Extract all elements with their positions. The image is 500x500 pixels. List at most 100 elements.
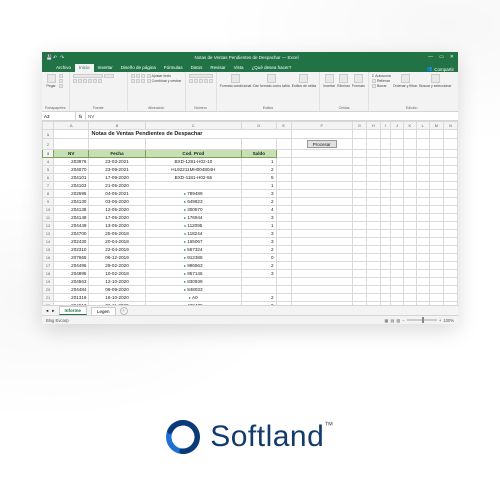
tab-file[interactable]: Archivo [52, 64, 75, 72]
cell-codprod[interactable]: ▸957146 [145, 270, 242, 278]
cell-saldo[interactable]: 2 [242, 294, 276, 302]
maximize-icon[interactable]: ▭ [439, 54, 444, 60]
number-format-dropdown[interactable] [189, 74, 213, 78]
cell-fecha[interactable]: 23-03-2021 [89, 158, 145, 166]
cell-saldo[interactable]: 2 [242, 262, 276, 270]
cell-codprod[interactable]: ▸789489 [145, 190, 242, 198]
row-header[interactable]: 16 [43, 254, 54, 262]
cell[interactable] [366, 182, 380, 190]
cell[interactable] [391, 262, 403, 270]
cell[interactable] [391, 158, 403, 166]
comma-button[interactable] [199, 79, 203, 83]
col-H[interactable]: H [366, 122, 380, 130]
merge-center-button[interactable] [147, 79, 151, 83]
cell[interactable] [391, 130, 403, 139]
tab-formulas[interactable]: Fórmulas [160, 64, 187, 72]
col-L[interactable]: L [416, 122, 429, 130]
cell[interactable] [276, 190, 291, 198]
cell[interactable] [145, 139, 242, 150]
cell[interactable] [391, 198, 403, 206]
row-header[interactable]: 4 [43, 158, 54, 166]
cell[interactable] [366, 214, 380, 222]
cell[interactable] [416, 174, 429, 182]
cell[interactable] [366, 222, 380, 230]
cell[interactable] [403, 158, 416, 166]
cell[interactable] [429, 190, 444, 198]
col-E[interactable]: E [276, 122, 291, 130]
cell[interactable] [444, 254, 458, 262]
autosum-icon[interactable]: Σ [372, 74, 374, 78]
cell-fecha[interactable]: 17-05-2020 [89, 214, 145, 222]
cell[interactable] [444, 166, 458, 174]
cell-nv[interactable]: 204484 [54, 286, 89, 294]
font-color-button[interactable] [98, 79, 102, 83]
cell[interactable] [391, 222, 403, 230]
cell[interactable] [276, 262, 291, 270]
cell-saldo[interactable] [242, 286, 276, 294]
col-K[interactable]: K [403, 122, 416, 130]
cell[interactable] [444, 174, 458, 182]
cell[interactable] [352, 174, 366, 182]
cell[interactable] [89, 139, 145, 150]
cell-nv[interactable]: 204138 [54, 206, 89, 214]
insert-cells-button[interactable]: Insertar [323, 74, 335, 88]
cell[interactable] [54, 139, 89, 150]
cell[interactable] [429, 130, 444, 139]
italic-button[interactable] [78, 79, 82, 83]
cell[interactable] [416, 286, 429, 294]
cell[interactable] [403, 246, 416, 254]
cell[interactable] [352, 166, 366, 174]
row-header[interactable]: 1 [43, 130, 54, 139]
cell[interactable] [291, 262, 352, 270]
cell-saldo[interactable]: 2 [242, 166, 276, 174]
cell[interactable] [276, 254, 291, 262]
cell[interactable] [429, 286, 444, 294]
cell[interactable] [366, 238, 380, 246]
sheet-tab-legen[interactable]: Legen [91, 307, 116, 315]
cell[interactable] [391, 246, 403, 254]
cell[interactable] [391, 139, 403, 150]
sort-filter-button[interactable]: Ordenar y filtrar [393, 74, 417, 88]
cell[interactable] [380, 230, 391, 238]
cell-fecha[interactable]: 25-05-2018 [89, 230, 145, 238]
cell[interactable] [416, 182, 429, 190]
wrap-text-button[interactable] [147, 74, 151, 78]
row-header[interactable]: 6 [43, 174, 54, 182]
cell[interactable] [403, 174, 416, 182]
row-header[interactable]: 2 [43, 139, 54, 150]
cell-codprod[interactable]: ▸155067 [145, 238, 242, 246]
cell[interactable] [444, 190, 458, 198]
format-painter-icon[interactable] [59, 84, 63, 88]
align-bottom-button[interactable] [141, 74, 145, 78]
name-box[interactable]: A3 [42, 112, 76, 120]
cell[interactable] [276, 230, 291, 238]
cell-styles-button[interactable]: Estilos de celda [292, 74, 317, 88]
cell[interactable] [429, 302, 444, 306]
cell-codprod[interactable]: ▸429479 [145, 302, 242, 306]
tab-data[interactable]: Datos [187, 64, 207, 72]
cell[interactable] [352, 278, 366, 286]
cell[interactable] [429, 294, 444, 302]
cell[interactable] [380, 238, 391, 246]
tab-tell-me[interactable]: ¿Qué desea hacer? [248, 64, 296, 72]
cell[interactable] [352, 262, 366, 270]
cell[interactable] [291, 222, 352, 230]
cell[interactable] [429, 158, 444, 166]
cell[interactable] [391, 286, 403, 294]
cell[interactable] [429, 139, 444, 150]
cell[interactable] [352, 139, 366, 150]
cell[interactable] [429, 278, 444, 286]
cell[interactable] [380, 302, 391, 306]
cell-fecha[interactable]: 22-04-2019 [89, 246, 145, 254]
close-icon[interactable]: ✕ [450, 54, 454, 60]
conditional-format-button[interactable]: Formato condicional [220, 74, 252, 88]
view-normal-icon[interactable]: ▦ [384, 318, 388, 323]
decrease-decimal-button[interactable] [209, 79, 213, 83]
cell-nv[interactable]: 201316 [54, 294, 89, 302]
add-sheet-button[interactable]: + [120, 307, 128, 315]
cell[interactable] [352, 270, 366, 278]
row-header[interactable]: 7 [43, 182, 54, 190]
cell[interactable] [366, 230, 380, 238]
cell-nv[interactable]: 204148 [54, 214, 89, 222]
minimize-icon[interactable]: — [428, 54, 433, 60]
